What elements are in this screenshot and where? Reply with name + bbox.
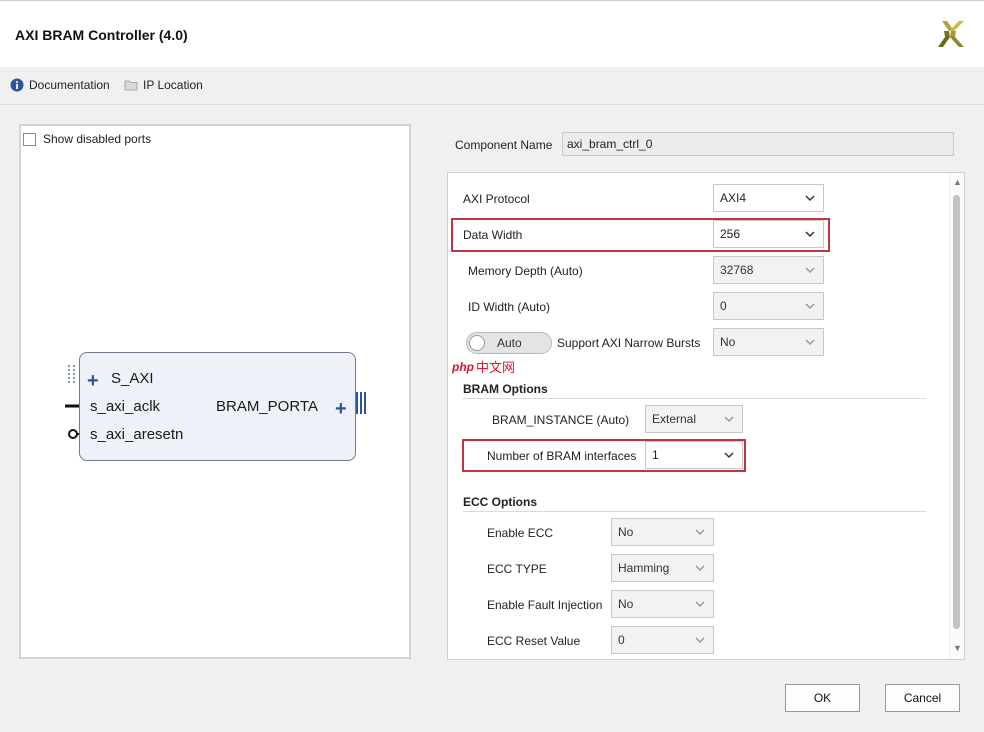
bram-interfaces-label: Number of BRAM interfaces bbox=[487, 449, 637, 463]
chevron-down-icon bbox=[724, 452, 734, 459]
info-icon bbox=[10, 78, 24, 92]
data-width-value: 256 bbox=[720, 227, 741, 241]
expand-bram-porta-icon[interactable]: + bbox=[335, 399, 347, 419]
bram-instance-value: External bbox=[652, 412, 697, 426]
id-width-select[interactable]: 0 bbox=[713, 292, 824, 320]
watermark-text: 中文网 bbox=[476, 360, 516, 375]
bram-interfaces-select[interactable]: 1 bbox=[645, 441, 743, 469]
config-scrollbar[interactable]: ▲ ▼ bbox=[949, 173, 964, 659]
toggle-label: Auto bbox=[497, 336, 522, 350]
narrow-bursts-value: No bbox=[720, 335, 736, 349]
bram-instance-select[interactable]: External bbox=[645, 405, 743, 433]
component-name-label: Component Name bbox=[455, 138, 553, 152]
bram-options-separator bbox=[463, 398, 926, 399]
window-title: AXI BRAM Controller (4.0) bbox=[15, 27, 188, 43]
ip-location-link[interactable]: IP Location bbox=[124, 78, 203, 92]
watermark: php 中文网 bbox=[452, 357, 515, 376]
ip-symbol-panel: Show disabled ports + S_AXI s_axi_aclk s… bbox=[19, 124, 411, 659]
chevron-down-icon bbox=[695, 637, 705, 644]
chevron-down-icon bbox=[695, 565, 705, 572]
fault-injection-label: Enable Fault Injection bbox=[487, 598, 603, 612]
title-bar: AXI BRAM Controller (4.0) bbox=[0, 0, 984, 68]
enable-ecc-label: Enable ECC bbox=[487, 526, 554, 540]
narrow-bursts-auto-toggle[interactable]: Auto bbox=[466, 332, 552, 354]
documentation-label: Documentation bbox=[29, 78, 110, 92]
memory-depth-value: 32768 bbox=[720, 263, 754, 277]
fault-injection-select[interactable]: No bbox=[611, 590, 714, 618]
toggle-knob bbox=[469, 335, 485, 351]
ip-location-label: IP Location bbox=[143, 78, 203, 92]
axi-protocol-value: AXI4 bbox=[720, 191, 747, 205]
chevron-down-icon bbox=[724, 416, 734, 423]
scroll-up-icon[interactable]: ▲ bbox=[953, 177, 962, 187]
ecc-options-heading: ECC Options bbox=[463, 495, 537, 509]
id-width-value: 0 bbox=[720, 299, 727, 313]
ecc-type-label: ECC TYPE bbox=[487, 562, 547, 576]
documentation-link[interactable]: Documentation bbox=[10, 78, 110, 92]
bram-options-heading: BRAM Options bbox=[463, 382, 548, 396]
folder-icon bbox=[124, 80, 138, 91]
bram-instance-label: BRAM_INSTANCE (Auto) bbox=[492, 413, 630, 427]
ip-symbol: + S_AXI s_axi_aclk s_axi_aresetn BRAM_PO… bbox=[61, 348, 366, 468]
ecc-type-value: Hamming bbox=[618, 561, 670, 575]
chevron-down-icon bbox=[695, 529, 705, 536]
chevron-down-icon bbox=[805, 231, 815, 238]
cancel-button[interactable]: Cancel bbox=[885, 684, 960, 712]
show-disabled-ports-checkbox[interactable] bbox=[23, 132, 36, 146]
expand-s-axi-icon[interactable]: + bbox=[87, 371, 99, 391]
bram-interfaces-value: 1 bbox=[652, 448, 659, 462]
show-disabled-ports-label: Show disabled ports bbox=[43, 132, 152, 146]
scroll-thumb[interactable] bbox=[953, 195, 960, 629]
fault-injection-value: No bbox=[618, 597, 634, 611]
show-disabled-ports-row[interactable]: Show disabled ports bbox=[23, 132, 151, 146]
ecc-reset-value: 0 bbox=[618, 633, 625, 647]
axi-protocol-select[interactable]: AXI4 bbox=[713, 184, 824, 212]
data-width-select[interactable]: 256 bbox=[713, 220, 824, 248]
ecc-reset-value-label: ECC Reset Value bbox=[487, 634, 581, 648]
narrow-bursts-label: Support AXI Narrow Bursts bbox=[557, 336, 701, 350]
enable-ecc-select[interactable]: No bbox=[611, 518, 714, 546]
configuration-panel: AXI Protocol AXI4 Data Width 256 Memory … bbox=[447, 172, 965, 660]
enable-ecc-value: No bbox=[618, 525, 634, 539]
chevron-down-icon bbox=[805, 339, 815, 346]
chevron-down-icon bbox=[805, 195, 815, 202]
toolbar: Documentation IP Location bbox=[0, 67, 984, 105]
ecc-options-separator bbox=[463, 511, 926, 512]
ip-block-body[interactable]: + S_AXI s_axi_aclk s_axi_aresetn BRAM_PO… bbox=[79, 352, 356, 461]
chevron-down-icon bbox=[805, 267, 815, 274]
bram-porta-bus-icon bbox=[356, 392, 366, 414]
chevron-down-icon bbox=[695, 601, 705, 608]
port-s-axi-aresetn: s_axi_aresetn bbox=[90, 426, 184, 443]
ok-button[interactable]: OK bbox=[785, 684, 860, 712]
watermark-php: php bbox=[452, 359, 474, 374]
port-bram-porta: BRAM_PORTA bbox=[216, 398, 318, 415]
axi-protocol-label: AXI Protocol bbox=[463, 192, 530, 206]
port-s-axi: S_AXI bbox=[111, 370, 154, 387]
data-width-label: Data Width bbox=[463, 228, 523, 242]
ecc-reset-value-select[interactable]: 0 bbox=[611, 626, 714, 654]
ecc-type-select[interactable]: Hamming bbox=[611, 554, 714, 582]
memory-depth-select[interactable]: 32768 bbox=[713, 256, 824, 284]
xilinx-logo-icon bbox=[938, 21, 964, 47]
id-width-label: ID Width (Auto) bbox=[468, 300, 551, 314]
component-name-input[interactable]: axi_bram_ctrl_0 bbox=[562, 132, 954, 156]
chevron-down-icon bbox=[805, 303, 815, 310]
narrow-bursts-select[interactable]: No bbox=[713, 328, 824, 356]
scroll-down-icon[interactable]: ▼ bbox=[953, 643, 962, 653]
memory-depth-label: Memory Depth (Auto) bbox=[468, 264, 583, 278]
port-s-axi-aclk: s_axi_aclk bbox=[90, 398, 161, 415]
